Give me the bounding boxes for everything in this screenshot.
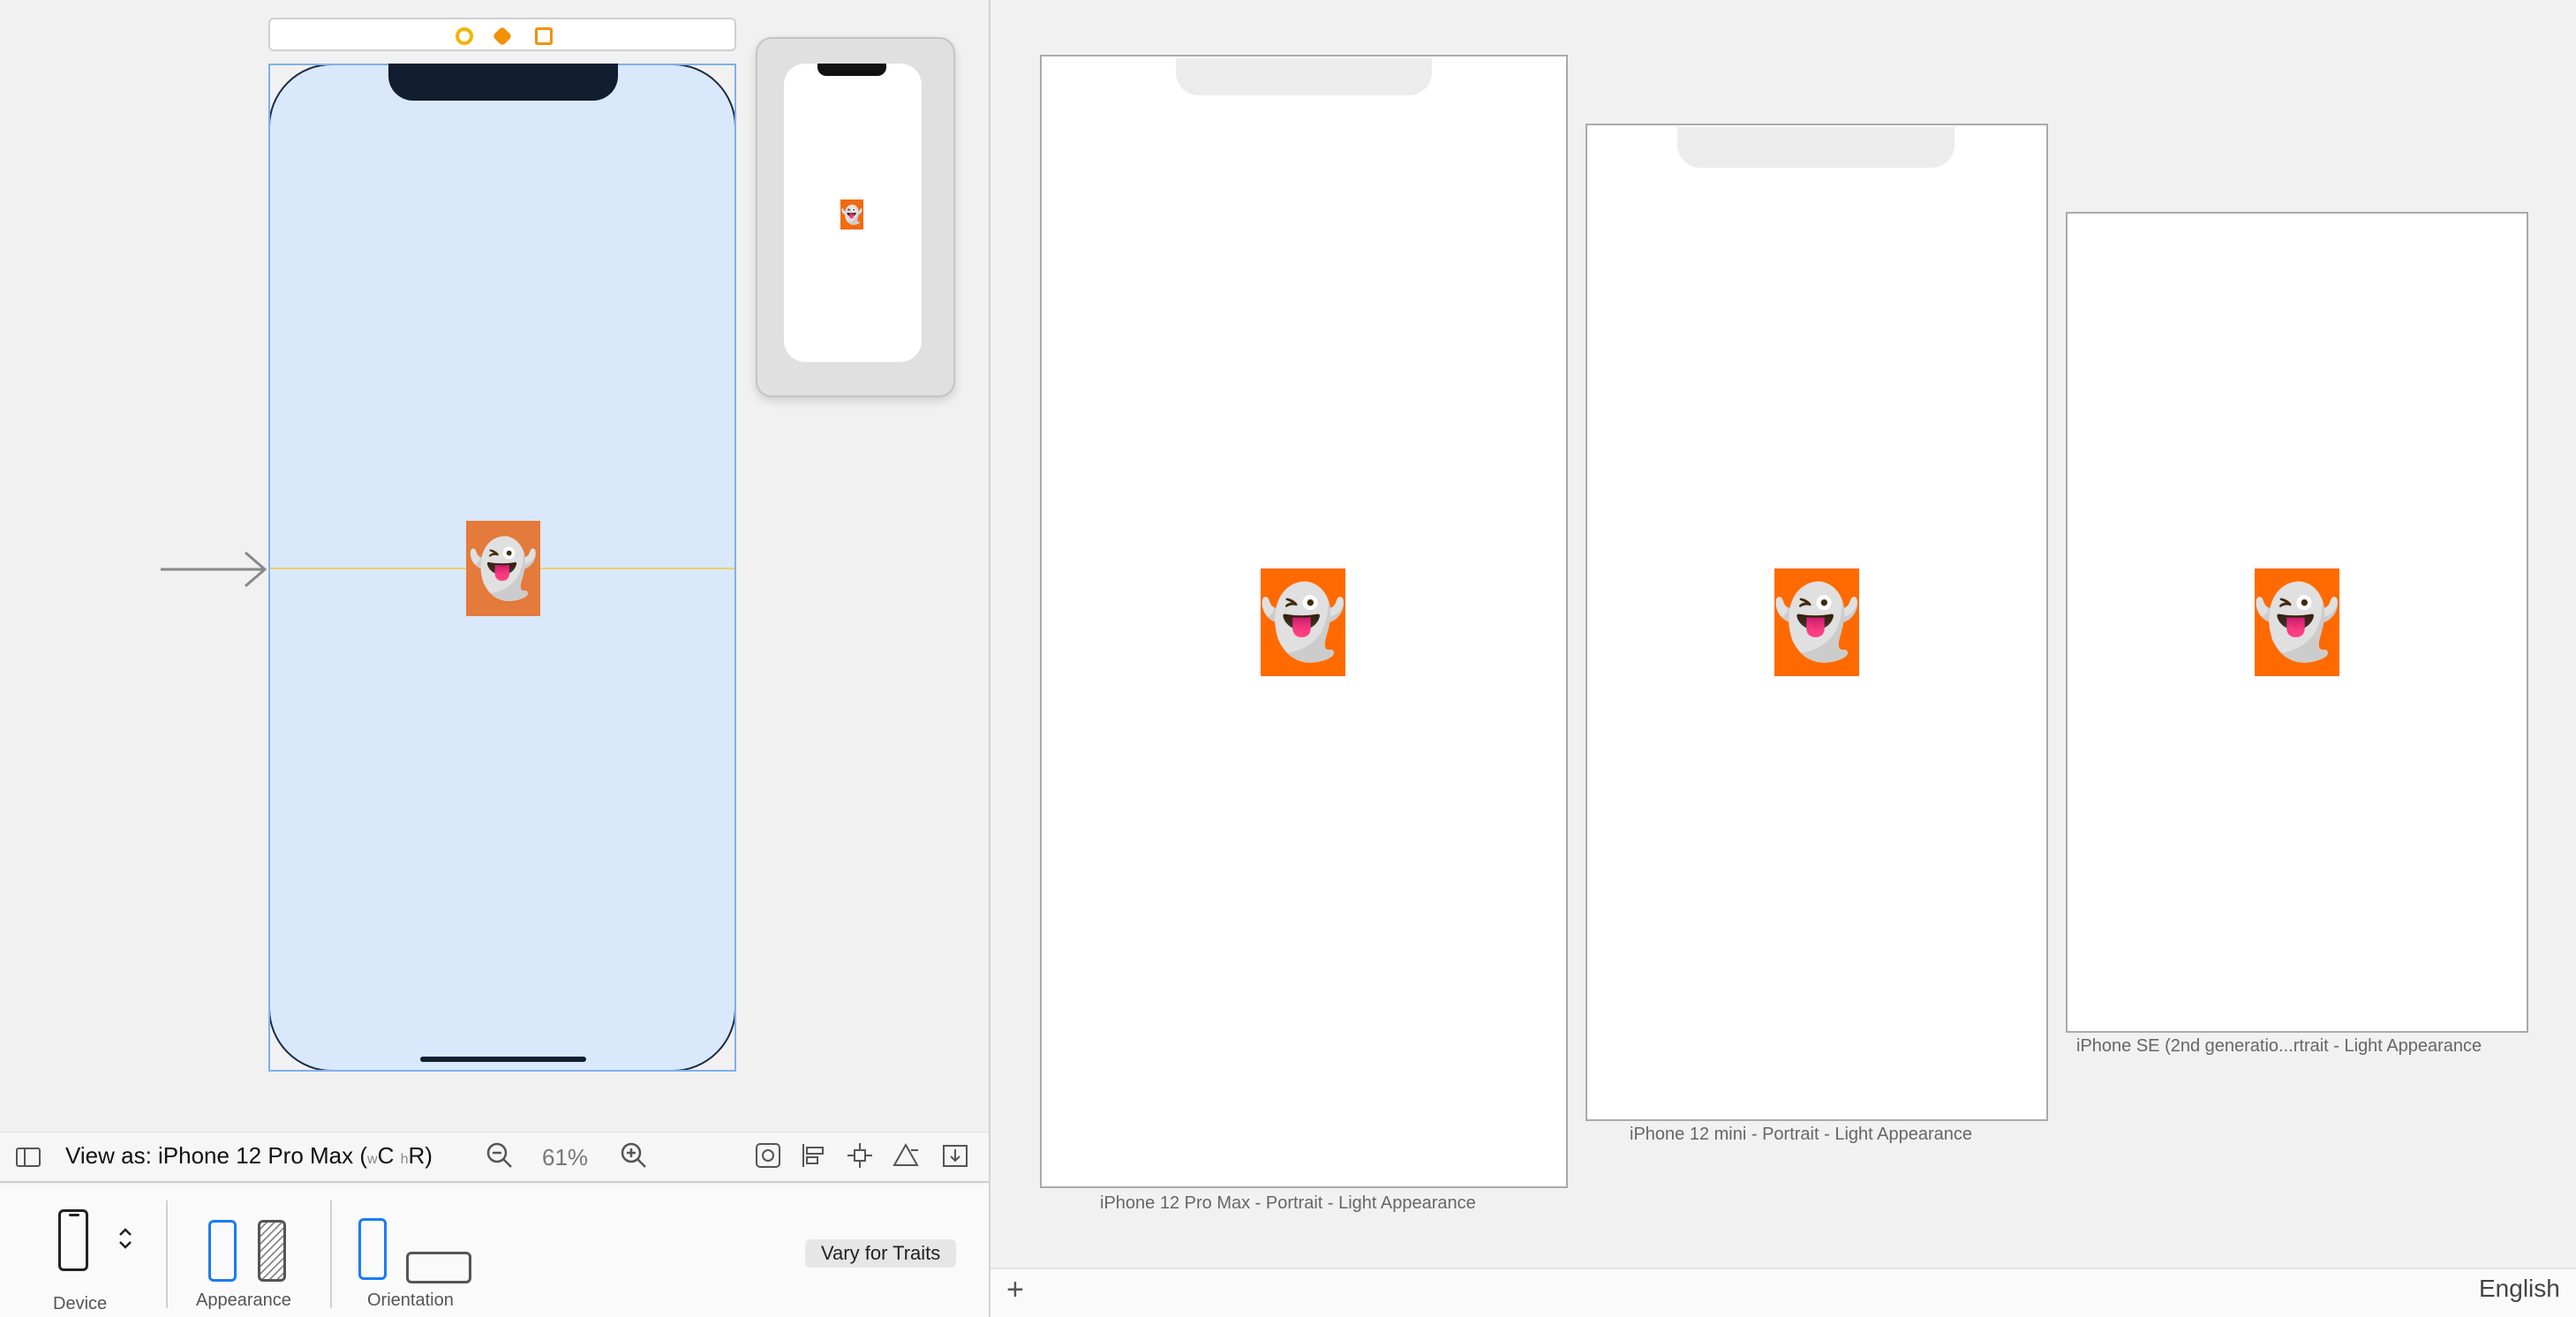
height-class: R bbox=[408, 1142, 426, 1169]
width-class-prefix: w bbox=[367, 1152, 378, 1167]
embed-icon[interactable] bbox=[939, 1141, 971, 1173]
light-appearance-icon[interactable] bbox=[208, 1220, 237, 1282]
ghost-emoji: 👻 bbox=[1773, 583, 1861, 661]
landscape-orientation-icon[interactable] bbox=[406, 1252, 471, 1283]
zoom-level: 61% bbox=[542, 1144, 589, 1170]
preview-caption: iPhone SE (2nd generatio...rtrait - Ligh… bbox=[2076, 1036, 2482, 1056]
view-as-device-button[interactable]: View as: iPhone 12 Pro Max (wC hR) bbox=[65, 1142, 433, 1170]
dark-appearance-icon[interactable] bbox=[258, 1220, 286, 1282]
appearance-label: Appearance bbox=[196, 1291, 291, 1310]
view-controller-icon[interactable] bbox=[456, 27, 473, 45]
preview-ghost-image: 👻 bbox=[1259, 568, 1347, 676]
device-label: Device bbox=[53, 1294, 108, 1313]
view-as-prefix: View as: iPhone 12 Pro Max ( bbox=[65, 1142, 368, 1169]
entry-point-arrow-icon[interactable] bbox=[161, 547, 270, 591]
align-icon[interactable] bbox=[798, 1141, 830, 1173]
vary-for-traits-button[interactable]: Vary for Traits bbox=[805, 1239, 957, 1268]
preview-notch bbox=[1677, 127, 1955, 168]
view-as-suffix: ) bbox=[425, 1142, 433, 1169]
refresh-layout-icon[interactable] bbox=[752, 1141, 784, 1173]
ghost-emoji: 👻 bbox=[468, 536, 539, 600]
device-notch bbox=[388, 64, 618, 101]
sidebar-toggle-icon[interactable] bbox=[16, 1148, 41, 1167]
preview-caption: iPhone 12 mini - Portrait - Light Appear… bbox=[1630, 1125, 1972, 1144]
language-selector[interactable]: English bbox=[2479, 1275, 2560, 1303]
iphone-device-icon[interactable] bbox=[58, 1209, 88, 1271]
resolve-issues-icon[interactable] bbox=[890, 1141, 922, 1173]
height-class-prefix: h bbox=[400, 1152, 409, 1167]
scene-dock bbox=[268, 18, 736, 51]
minimap-notch bbox=[817, 64, 886, 76]
first-responder-icon[interactable] bbox=[492, 26, 513, 47]
home-indicator bbox=[420, 1057, 586, 1062]
preview-ghost-image: 👻 bbox=[1773, 568, 1861, 676]
trait-separator bbox=[330, 1200, 332, 1308]
preview-notch bbox=[1176, 58, 1432, 95]
zoom-out-icon[interactable] bbox=[484, 1141, 516, 1173]
minimap-ghost: 👻 bbox=[840, 199, 863, 230]
portrait-orientation-icon[interactable] bbox=[358, 1218, 387, 1280]
orientation-label: Orientation bbox=[367, 1291, 454, 1310]
preview-ghost-image: 👻 bbox=[2253, 568, 2341, 676]
zoom-in-icon[interactable] bbox=[618, 1141, 650, 1173]
preview-caption: iPhone 12 Pro Max - Portrait - Light App… bbox=[1100, 1193, 1476, 1213]
ghost-emoji: 👻 bbox=[2253, 583, 2341, 661]
width-class: C bbox=[377, 1142, 395, 1169]
stepper-icon[interactable] bbox=[117, 1225, 134, 1258]
exit-icon[interactable] bbox=[535, 27, 553, 45]
preview-footer bbox=[990, 1268, 2576, 1317]
pin-icon[interactable] bbox=[844, 1141, 876, 1173]
ghost-emoji: 👻 bbox=[1259, 583, 1347, 661]
ghost-image-view[interactable]: 👻 bbox=[466, 521, 540, 616]
minimap-ghost-emoji: 👻 bbox=[840, 205, 863, 225]
trait-separator bbox=[166, 1200, 168, 1308]
add-preview-button[interactable]: + bbox=[1006, 1273, 1024, 1307]
